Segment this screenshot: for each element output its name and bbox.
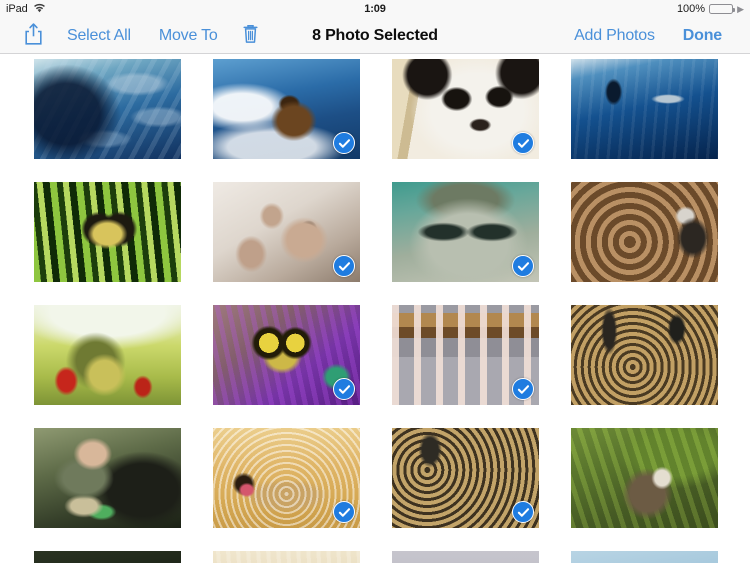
selection-checkmark-icon[interactable] — [333, 255, 355, 277]
add-photos-button[interactable]: Add Photos — [560, 23, 669, 49]
status-bar-right: 100% ▶ — [677, 3, 744, 15]
photo-thumbnail[interactable] — [571, 182, 718, 282]
battery-icon — [709, 4, 736, 14]
photo-thumbnail[interactable] — [392, 182, 539, 282]
select-all-button[interactable]: Select All — [53, 23, 145, 49]
photo-thumbnail[interactable] — [213, 305, 360, 405]
done-button[interactable]: Done — [669, 23, 736, 49]
delete-button[interactable] — [232, 21, 269, 50]
photo-image — [213, 551, 360, 563]
photo-thumbnail[interactable] — [34, 182, 181, 282]
photo-thumbnail[interactable] — [213, 551, 360, 563]
photo-image — [571, 305, 718, 405]
photo-grid — [34, 59, 750, 563]
photo-thumbnail[interactable] — [34, 59, 181, 159]
move-to-button[interactable]: Move To — [145, 23, 232, 49]
photo-thumbnail[interactable] — [213, 59, 360, 159]
photo-thumbnail[interactable] — [571, 59, 718, 159]
photo-image — [571, 59, 718, 159]
photo-thumbnail[interactable] — [213, 182, 360, 282]
photo-image — [571, 182, 718, 282]
toolbar-right-group: Add Photos Done — [560, 23, 736, 49]
wifi-icon — [33, 3, 46, 16]
navigation-toolbar: Select All Move To 8 Photo Selected Add … — [0, 18, 750, 54]
selection-checkmark-icon[interactable] — [512, 132, 534, 154]
photo-image — [34, 305, 181, 405]
photo-thumbnail[interactable] — [34, 305, 181, 405]
share-button[interactable] — [14, 20, 53, 51]
battery-percentage: 100% — [676, 3, 706, 15]
photo-image — [34, 551, 181, 563]
photo-thumbnail[interactable] — [34, 428, 181, 528]
photo-thumbnail[interactable] — [392, 428, 539, 528]
selection-checkmark-icon[interactable] — [333, 132, 355, 154]
photo-thumbnail[interactable] — [571, 305, 718, 405]
selection-checkmark-icon[interactable] — [512, 255, 534, 277]
photo-thumbnail[interactable] — [392, 305, 539, 405]
selection-checkmark-icon[interactable] — [333, 378, 355, 400]
photo-grid-scroll-area[interactable] — [0, 54, 750, 563]
photo-thumbnail[interactable] — [392, 59, 539, 159]
status-bar-clock: 1:09 — [364, 3, 386, 15]
selection-checkmark-icon[interactable] — [333, 501, 355, 523]
photo-thumbnail[interactable] — [571, 428, 718, 528]
photo-thumbnail[interactable] — [213, 428, 360, 528]
photo-image — [34, 428, 181, 528]
device-name: iPad — [6, 3, 28, 15]
trash-icon — [242, 23, 259, 48]
selection-checkmark-icon[interactable] — [512, 501, 534, 523]
charging-bolt-icon: ▶ — [737, 3, 744, 14]
selection-checkmark-icon[interactable] — [512, 378, 534, 400]
photo-thumbnail[interactable] — [392, 551, 539, 563]
photo-image — [571, 551, 718, 563]
photo-thumbnail[interactable] — [34, 551, 181, 563]
status-bar-left: iPad — [6, 3, 46, 16]
status-bar: iPad 1:09 100% ▶ — [0, 0, 750, 18]
photo-image — [392, 551, 539, 563]
photo-image — [571, 428, 718, 528]
toolbar-left-group: Select All Move To — [14, 20, 269, 51]
photo-thumbnail[interactable] — [571, 551, 718, 563]
photo-image — [34, 59, 181, 159]
share-icon — [24, 22, 43, 49]
photo-image — [34, 182, 181, 282]
